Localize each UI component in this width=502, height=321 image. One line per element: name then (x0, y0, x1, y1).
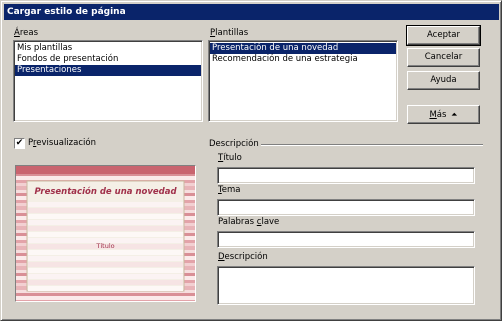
title-input[interactable] (217, 167, 475, 184)
template-list-item[interactable]: Presentación de una novedad (210, 43, 396, 54)
slide-subtitle-text: Título (95, 242, 114, 250)
help-button[interactable]: Ayuda (407, 71, 480, 90)
dialog-title: Cargar estilo de página (4, 4, 499, 20)
accept-button[interactable]: Aceptar (406, 25, 481, 46)
description-textarea[interactable] (217, 266, 475, 305)
preview-label[interactable]: Previsualización (28, 138, 96, 148)
slide-background-stripe (16, 296, 195, 300)
keywords-field-label: Palabras clave (218, 217, 280, 227)
areas-label: Áreas (14, 28, 39, 38)
template-list-item[interactable]: Recomendación de una estrategia (210, 54, 396, 65)
slide-panel-stripe (28, 250, 183, 255)
cancel-button[interactable]: Cancelar (407, 48, 480, 67)
templates-listbox[interactable]: Presentación de una novedad Recomendación… (208, 40, 398, 122)
slide-panel-stripe (28, 262, 183, 267)
chevron-up-icon: ⏶ (451, 110, 458, 119)
slide-panel-stripe (28, 220, 183, 225)
slide-panel-stripe (28, 256, 183, 261)
slide-panel-stripe (28, 280, 183, 285)
more-button-accel: M (429, 110, 437, 120)
keywords-input[interactable] (217, 231, 475, 248)
title-field-label: Título (218, 153, 242, 163)
slide-panel-stripe (28, 208, 183, 213)
topic-field-label: Tema (218, 185, 241, 195)
description-group-label: Descripción (209, 139, 259, 149)
templates-label: Plantillas (210, 28, 249, 38)
slide-preview: Presentación de una novedad Título (15, 165, 196, 302)
slide-panel-stripe (28, 202, 183, 207)
slide-background-stripe (16, 176, 195, 180)
slide-panel-stripe (28, 286, 183, 291)
slide-panel-stripe (28, 226, 183, 231)
area-list-item[interactable]: Mis plantillas (15, 43, 201, 54)
slide-panel-stripe (28, 268, 183, 273)
area-list-item[interactable]: Presentaciones (15, 65, 201, 76)
preview-checkbox[interactable]: ✔ (14, 138, 25, 149)
area-list-item[interactable]: Fondos de presentación (15, 54, 201, 65)
slide-background-stripe (16, 300, 195, 301)
slide-panel-stripe (28, 214, 183, 219)
slide-panel-stripe (28, 232, 183, 237)
more-button[interactable]: Más ⏶ (407, 105, 480, 124)
description-group-divider (261, 144, 483, 146)
topic-input[interactable] (217, 199, 475, 216)
checkmark-icon: ✔ (15, 138, 24, 148)
slide-panel-stripe (28, 274, 183, 279)
description-field-label: Descripción (218, 252, 268, 262)
more-button-label: ás (436, 110, 447, 120)
slide-background-stripe (16, 293, 195, 296)
slide-title-text: Presentación de una novedad (34, 186, 177, 197)
load-page-style-dialog: Cargar estilo de página Áreas Mis planti… (0, 0, 502, 321)
areas-listbox[interactable]: Mis plantillas Fondos de presentación Pres… (13, 40, 203, 122)
slide-top-band (16, 166, 195, 174)
slide-preview-image: Presentación de una novedad Título (16, 166, 195, 301)
